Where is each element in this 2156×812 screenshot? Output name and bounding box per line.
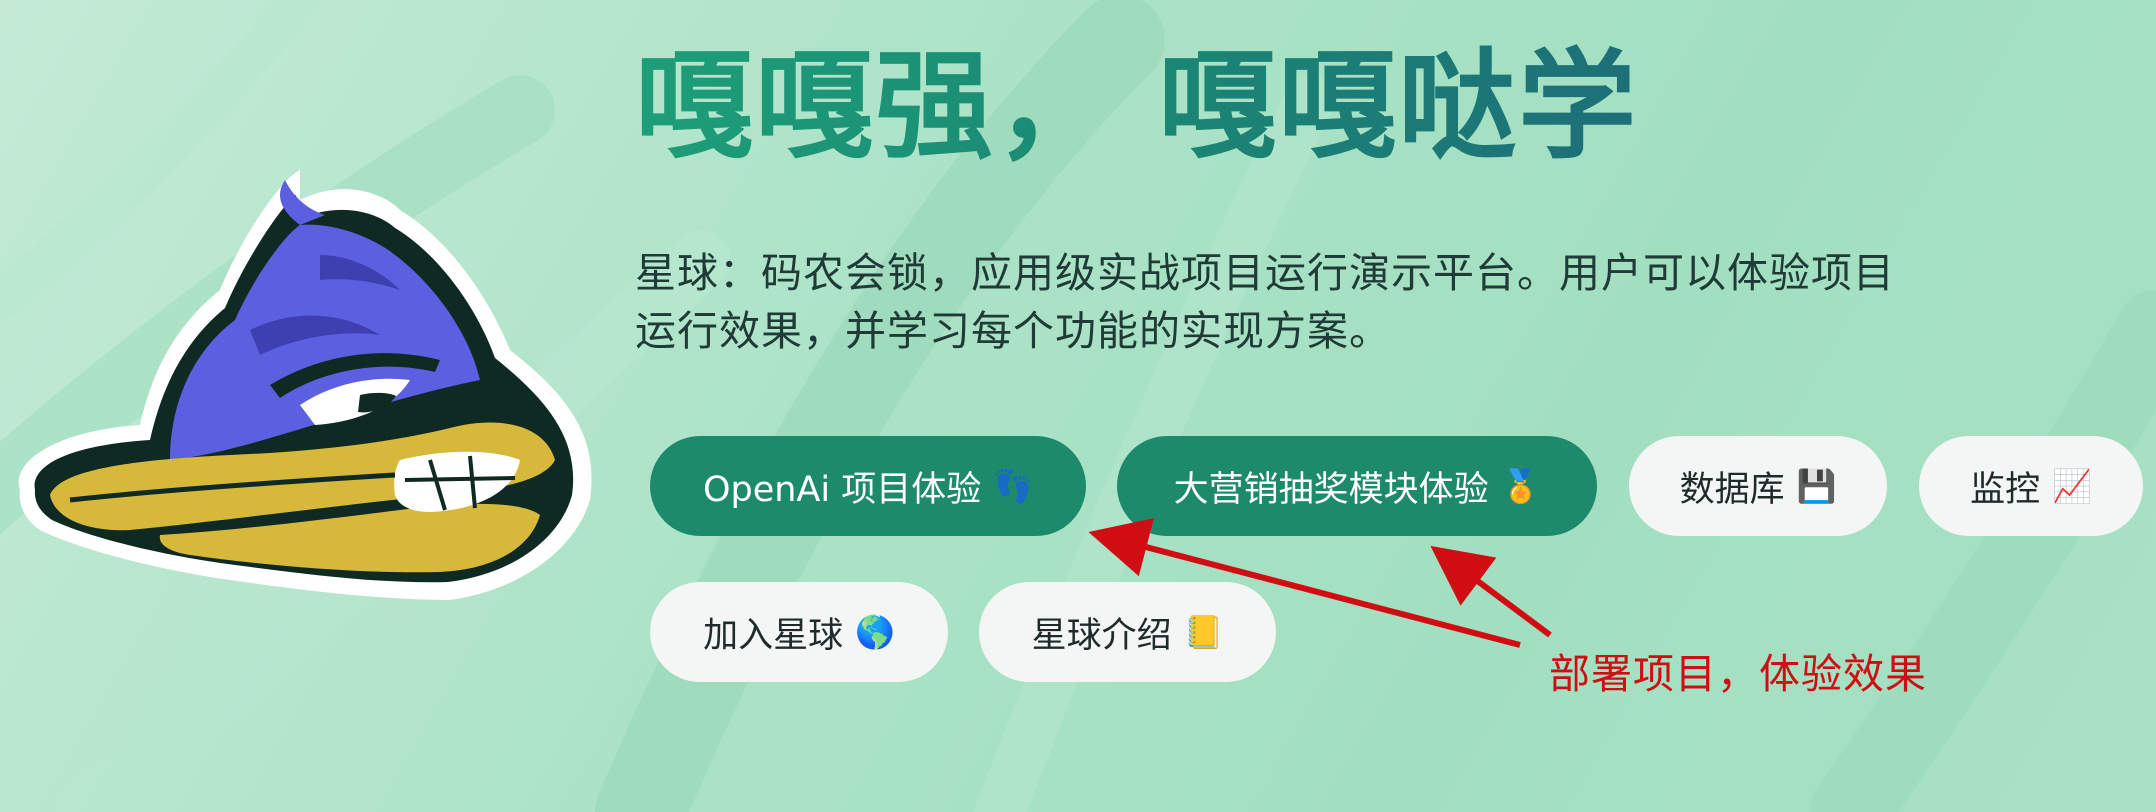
footprints-icon: 👣 [993,467,1034,505]
button-label: 监控 [1970,469,2041,510]
openai-project-button[interactable]: OpenAi 项目体验 👣 [650,436,1086,536]
monitoring-button[interactable]: 监控 📈 [1919,436,2143,536]
database-button[interactable]: 数据库 💾 [1629,436,1887,536]
arrow-to-marketing-button [1430,545,1552,638]
globe-icon: 🌎 [855,613,895,651]
button-label: 星球介绍 [1031,615,1172,656]
hero-description: 星球：码农会锁，应用级实战项目运行演示平台。用户可以体验项目运行效果，并学习每个… [635,249,1895,355]
medal-icon: 🏅 [1500,467,1541,505]
button-label: 加入星球 [703,615,844,656]
button-label: 大营销抽奖模块体验 [1173,469,1489,510]
duck-mascot-logo [18,170,592,600]
annotation-label: 部署项目，体验效果 [1549,650,1927,698]
button-label: 数据库 [1679,469,1785,510]
planet-intro-button[interactable]: 星球介绍 📒 [979,582,1276,682]
floppy-disk-icon: 💾 [1796,467,1837,505]
hero-title: 嘎嘎强， 嘎嘎哒学 [635,37,1639,175]
marketing-lottery-button[interactable]: 大营销抽奖模块体验 🏅 [1117,436,1597,536]
join-planet-button[interactable]: 加入星球 🌎 [650,582,948,682]
ledger-icon: 📒 [1183,613,1224,651]
chart-increasing-icon: 📈 [2052,467,2092,505]
button-label: OpenAi 项目体验 [702,469,982,510]
